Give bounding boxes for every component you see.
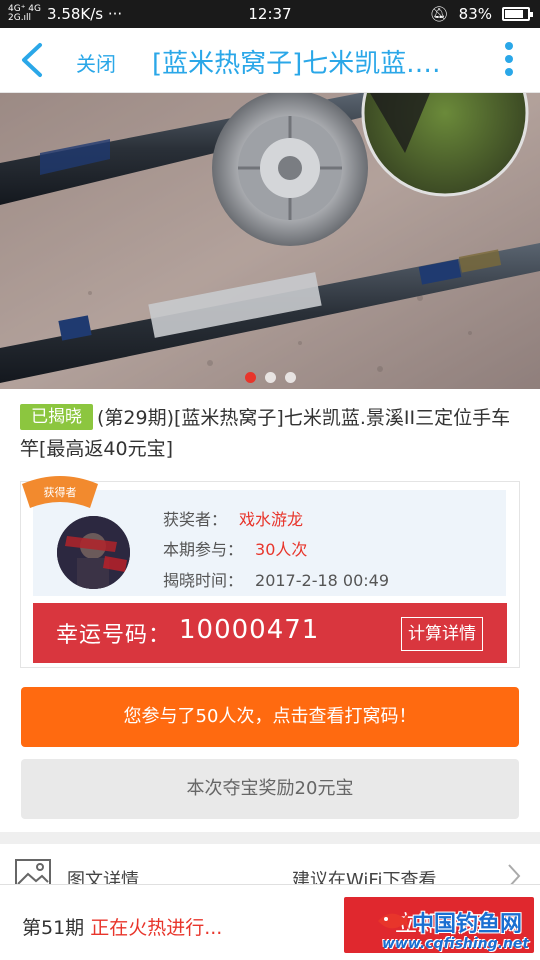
carousel-dot[interactable]	[244, 372, 256, 383]
fishing-rod-photo	[0, 93, 540, 389]
battery-percent: 83%	[458, 5, 492, 23]
status-bar: 4G⁺ 4G 2G.ıll 3.58K/s ··· 12:37 🔕︎ 83%	[0, 0, 540, 28]
reveal-row: 揭晓时间： 2017-2-18 00:49	[163, 567, 389, 591]
current-issue: 第51期 正在火热进行...	[22, 913, 222, 940]
view-participation-codes-button[interactable]: 您参与了50人次，点击查看打窝码！	[21, 687, 519, 747]
carousel-dot[interactable]	[284, 372, 296, 383]
bell-off-icon: 🔕︎	[429, 5, 449, 23]
battery-fill	[505, 10, 523, 18]
winner-badge-text: 获得者	[44, 486, 77, 499]
back-arrow-icon[interactable]	[18, 42, 48, 78]
avatar-image	[57, 516, 130, 589]
bottom-bar: 第51期 正在火热进行... 立即打窝	[0, 884, 540, 960]
product-title: (第29期)[蓝米热窝子]七米凯蓝.景溪II三定位手车竿[最高返40元宝]	[20, 407, 511, 460]
reveal-time: 2017-2-18 00:49	[255, 571, 390, 590]
winner-info-panel: 获奖者： 戏水游龙 本期参与： 30人次 揭晓时间： 2017-2-18 00:49	[33, 490, 506, 596]
lucky-number: 10000471	[179, 615, 320, 645]
nav-bar: 关闭 [蓝米热窝子]七米凯蓝.景溪II三定位手车竿[最高返40元宝]	[0, 28, 540, 93]
winner-name[interactable]: 戏水游龙	[239, 510, 303, 529]
participation-row: 本期参与： 30人次	[163, 536, 307, 560]
lucky-label: 幸运号码：	[56, 623, 172, 648]
winner-badge-icon: 获得者	[22, 476, 98, 508]
issue-status: 正在火热进行...	[90, 917, 223, 939]
participation-value: 30人次	[255, 540, 308, 559]
status-right: 🔕︎ 83%	[429, 5, 533, 23]
carousel-indicator	[0, 372, 540, 383]
page-title: [蓝米热窝子]七米凯蓝.景溪II三定位手车竿[最高返40元宝]	[152, 49, 452, 79]
battery-icon	[502, 7, 533, 21]
participation-label: 本期参与：	[163, 540, 244, 559]
lucky-number-bar: 幸运号码： 10000471 计算详情	[33, 603, 507, 663]
carousel-dot[interactable]	[264, 372, 276, 383]
reveal-label: 揭晓时间：	[163, 571, 244, 590]
product-title-block: 已揭晓 (第29期)[蓝米热窝子]七米凯蓝.景溪II三定位手车竿[最高返40元宝]	[20, 403, 520, 465]
more-options-icon[interactable]	[504, 42, 514, 80]
revealed-tag: 已揭晓	[20, 404, 93, 430]
winner-card: 获奖者： 戏水游龙 本期参与： 30人次 揭晓时间： 2017-2-18 00:49 …	[20, 476, 520, 668]
calculation-details-button[interactable]: 计算详情	[401, 617, 483, 651]
close-button[interactable]: 关闭	[76, 48, 116, 77]
section-divider	[0, 832, 540, 844]
issue-number: 第51期	[22, 917, 85, 939]
winner-label: 获奖者：	[163, 510, 228, 529]
avatar[interactable]	[57, 516, 130, 589]
join-now-button[interactable]: 立即打窝	[344, 897, 534, 953]
reward-info-button: 本次夺宝奖励20元宝	[21, 759, 519, 819]
product-image-carousel[interactable]	[0, 93, 540, 389]
winner-row: 获奖者： 戏水游龙	[163, 506, 303, 530]
